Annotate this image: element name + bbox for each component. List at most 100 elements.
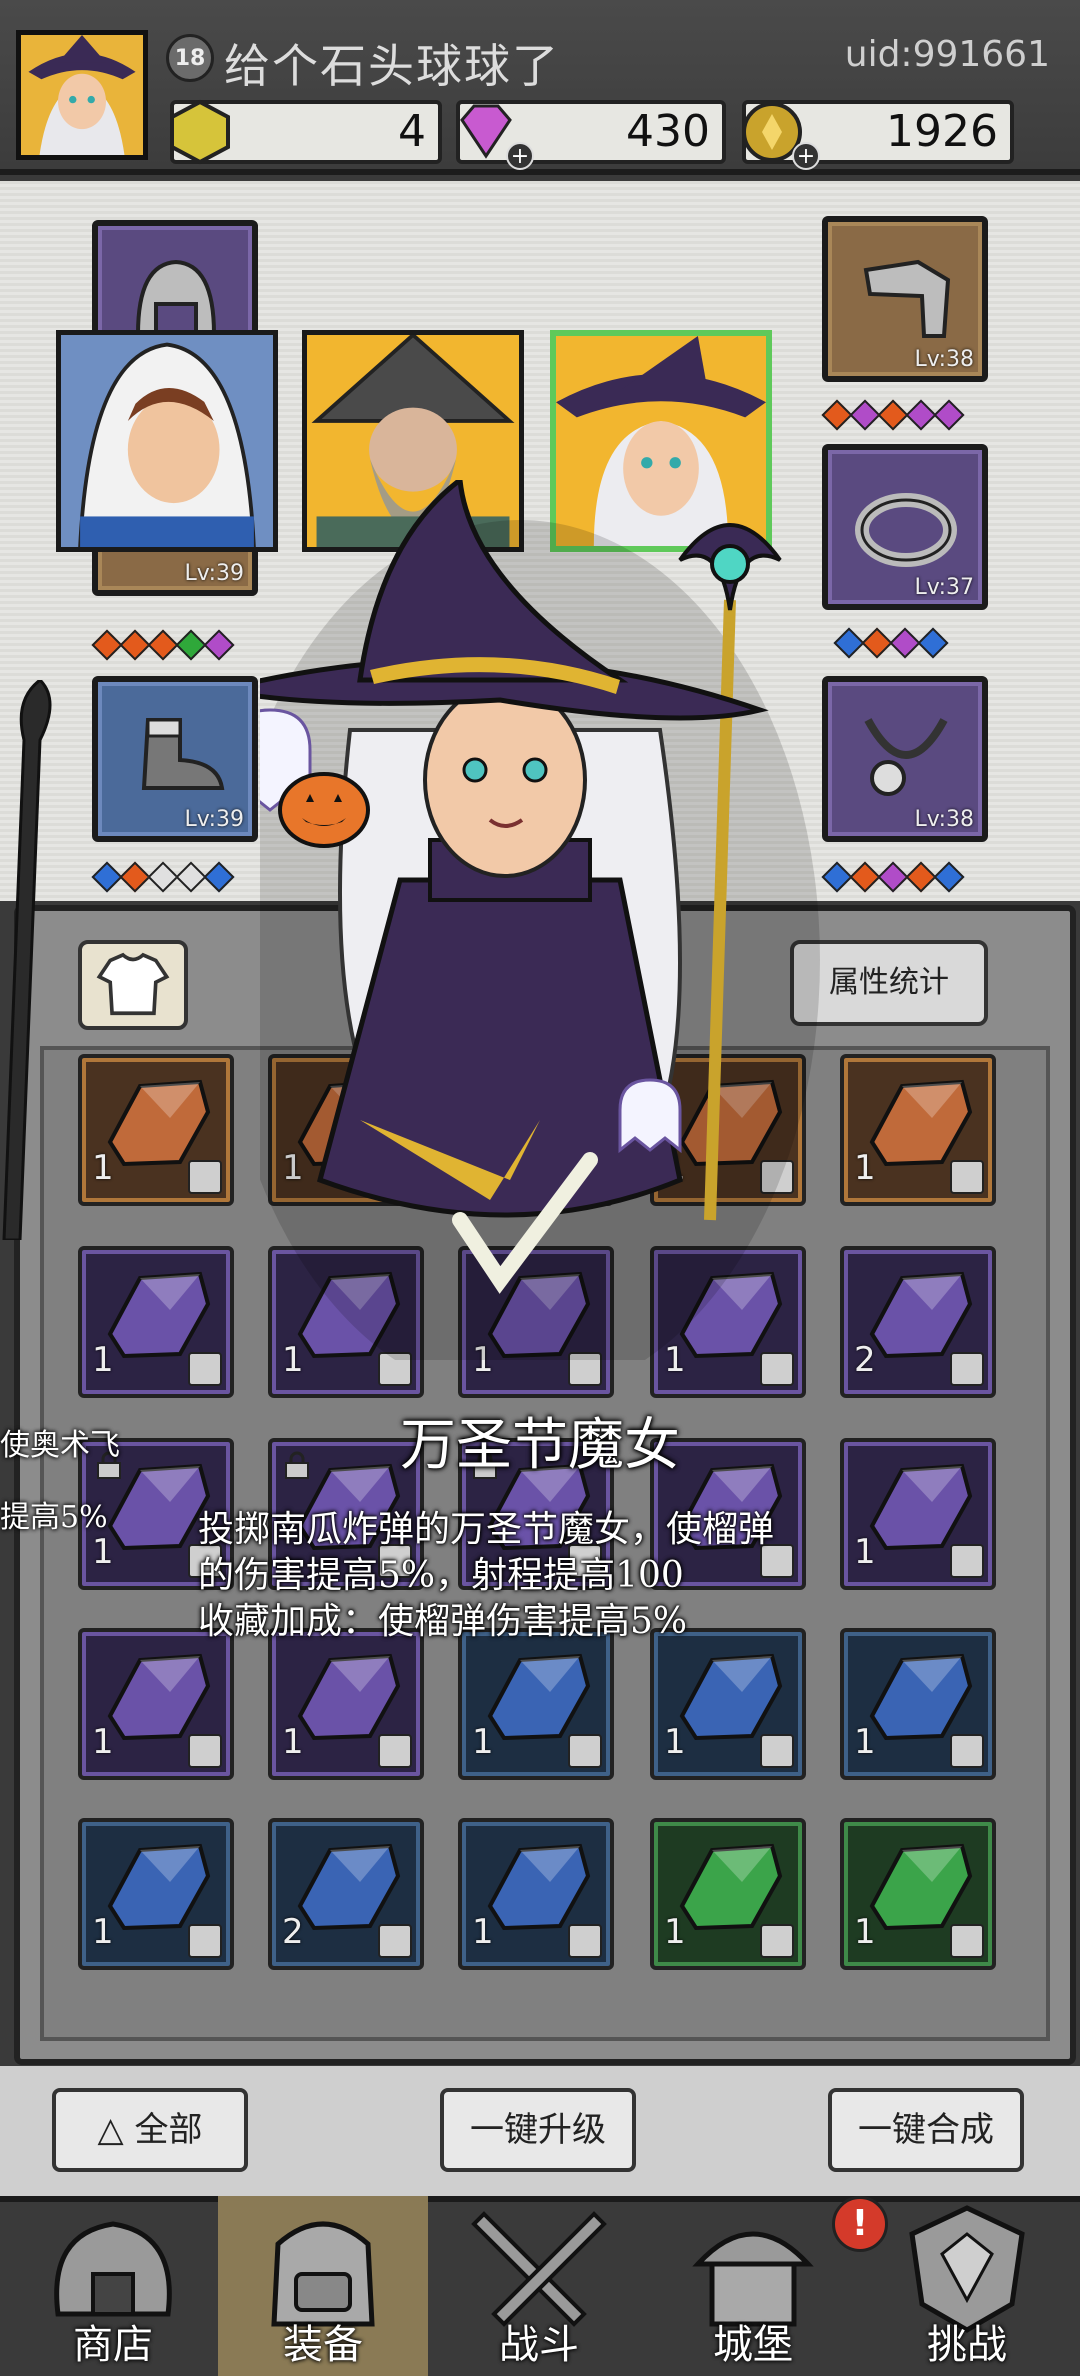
gem-icon: [91, 861, 123, 893]
gem-icon: [877, 399, 909, 431]
crystal-icon: [869, 1843, 973, 1931]
nav-label: 战斗: [499, 2322, 579, 2368]
inventory-item[interactable]: 1: [650, 1628, 806, 1780]
gem-icon: [119, 629, 151, 661]
item-count: 1: [854, 1722, 876, 1762]
nav-battle[interactable]: 战斗: [434, 2196, 644, 2376]
item-count: 1: [854, 1532, 876, 1572]
gem-icon: [933, 861, 965, 893]
crystal-icon: [869, 1271, 973, 1359]
gem-icon: [203, 861, 235, 893]
add-diamond-icon[interactable]: +: [506, 142, 534, 170]
hero-title: 万圣节魔女: [400, 1413, 680, 1478]
nav-equipment[interactable]: 装备: [218, 2196, 428, 2376]
inventory-item[interactable]: 1: [840, 1818, 996, 1970]
item-type-icon: [188, 1734, 222, 1768]
hero-description-line: 的伤害提高5%，射程提高100: [198, 1555, 684, 1596]
necklace-gem-row: [821, 861, 965, 893]
inventory-item[interactable]: 1: [78, 1818, 234, 1970]
crystal-icon: [679, 1653, 783, 1741]
gem-icon: [833, 627, 865, 659]
item-count: 1: [92, 1148, 114, 1188]
crystal-icon: [679, 1843, 783, 1931]
armor-gem-row: [91, 629, 235, 661]
inventory-item[interactable]: 2: [268, 1818, 424, 1970]
gem-icon: [203, 629, 235, 661]
gem-icon: [147, 629, 179, 661]
gem-icon: [905, 861, 937, 893]
inventory-item[interactable]: 1: [78, 1628, 234, 1780]
side-effect-text: 提高5%: [0, 1500, 108, 1535]
inventory-item[interactable]: 1: [78, 1054, 234, 1206]
item-count: 1: [854, 1148, 876, 1188]
resource-diamond[interactable]: + 430: [456, 100, 726, 170]
inventory-item[interactable]: 1: [840, 1054, 996, 1206]
gem-icon: [889, 627, 921, 659]
resource-gold-hexagon[interactable]: 4: [170, 99, 442, 165]
one-click-merge-button[interactable]: 一键合成: [828, 2088, 1024, 2172]
nav-shop[interactable]: 商店: [8, 2196, 218, 2376]
item-type-icon: [568, 1924, 602, 1958]
nav-label: 挑战: [927, 2322, 1007, 2368]
gem-icon: [119, 861, 151, 893]
resource-value: 430: [626, 106, 710, 157]
gem-icon: [91, 629, 123, 661]
item-type-icon: [188, 1160, 222, 1194]
item-type-icon: [950, 1544, 984, 1578]
hero-description-line: 投掷南瓜炸弹的万圣节魔女，使榴弹: [198, 1509, 775, 1550]
inventory-item[interactable]: 1: [78, 1246, 234, 1398]
item-count: 2: [854, 1340, 876, 1380]
necklace-icon: [864, 718, 948, 796]
item-count: 1: [92, 1722, 114, 1762]
gem-icon: [917, 627, 949, 659]
gem-icon: [849, 399, 881, 431]
item-count: 1: [664, 1722, 686, 1762]
necklace-level: Lv:38: [914, 807, 974, 832]
outfit-button[interactable]: [78, 940, 188, 1030]
crystal-icon: [487, 1653, 591, 1741]
necklace-slot[interactable]: Lv:38: [822, 676, 988, 842]
item-type-icon: [760, 1924, 794, 1958]
hooded-warrior-portrait-icon: [61, 335, 273, 547]
gem-icon: [861, 627, 893, 659]
inventory-item[interactable]: 2: [840, 1246, 996, 1398]
filter-all-label: 全部: [134, 2110, 203, 2150]
item-count: 1: [472, 1912, 494, 1952]
inventory-item[interactable]: 1: [840, 1628, 996, 1780]
hero-card-hooded-warrior[interactable]: [56, 330, 278, 552]
ring-gem-row: [833, 627, 949, 659]
nav-challenge[interactable]: 挑战: [862, 2196, 1072, 2376]
resource-value: 4: [398, 106, 426, 157]
gem-icon: [821, 861, 853, 893]
item-type-icon: [950, 1160, 984, 1194]
one-click-upgrade-button[interactable]: 一键升级: [440, 2088, 636, 2172]
witch-portrait-icon: [21, 35, 143, 155]
item-type-icon: [378, 1734, 412, 1768]
filter-all-button[interactable]: △ 全部: [52, 2088, 248, 2172]
gem-icon: [877, 861, 909, 893]
ring-level: Lv:37: [914, 575, 974, 600]
inventory-item[interactable]: 1: [268, 1628, 424, 1780]
item-type-icon: [950, 1734, 984, 1768]
boots-slot[interactable]: Lv:39: [92, 676, 258, 842]
add-coin-icon[interactable]: +: [792, 142, 820, 170]
inventory-item[interactable]: 1: [458, 1628, 614, 1780]
nav-castle[interactable]: 城堡: [648, 2196, 858, 2376]
gloves-slot[interactable]: Lv:38: [822, 216, 988, 382]
ring-icon: [855, 493, 957, 567]
inventory-item[interactable]: 1: [458, 1818, 614, 1970]
item-count: 1: [92, 1532, 114, 1572]
side-effect-text: 使奥术飞: [0, 1428, 120, 1463]
player-avatar[interactable]: [16, 30, 148, 160]
resource-coin[interactable]: + 1926: [742, 100, 1014, 170]
inventory-item[interactable]: 1: [650, 1818, 806, 1970]
crystal-icon: [107, 1843, 211, 1931]
glove-icon: [863, 259, 951, 338]
item-type-icon: [188, 1352, 222, 1386]
item-type-icon: [950, 1352, 984, 1386]
ring-slot[interactable]: Lv:37: [822, 444, 988, 610]
gem-icon: [849, 861, 881, 893]
shirt-icon: [96, 952, 170, 1016]
player-level-badge: 18: [166, 34, 214, 82]
crystal-icon: [297, 1843, 401, 1931]
